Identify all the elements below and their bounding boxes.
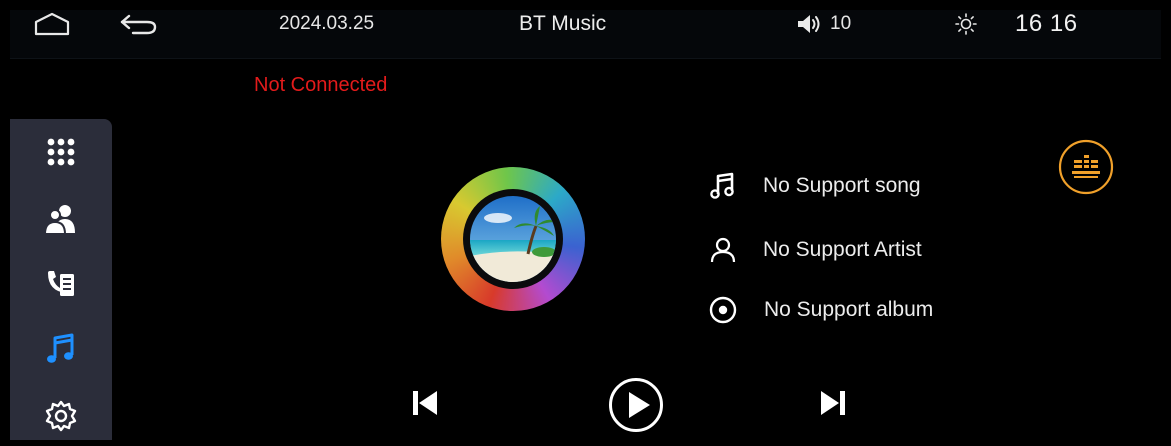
- home-button[interactable]: [32, 0, 72, 48]
- clock: 16 16: [1015, 0, 1078, 48]
- sidebar-item-contacts[interactable]: [10, 189, 112, 249]
- album-name: No Support album: [764, 298, 934, 321]
- sidebar-item-apps[interactable]: [10, 122, 112, 182]
- volume-indicator[interactable]: 10: [796, 0, 851, 48]
- apps-grid-icon: [47, 138, 75, 166]
- song-row: No Support song: [705, 166, 921, 206]
- song-note-icon: [710, 172, 734, 199]
- previous-icon: [413, 391, 437, 415]
- sidebar-item-settings[interactable]: [10, 386, 112, 446]
- call-log-icon: [48, 271, 74, 296]
- song-title: No Support song: [763, 174, 921, 197]
- date-display: 2024.03.25: [279, 0, 374, 48]
- date-text: 2024.03.25: [279, 13, 375, 34]
- brightness-button[interactable]: [955, 0, 977, 48]
- page-title: BT Music: [519, 0, 606, 48]
- volume-value: 10: [830, 13, 852, 34]
- connection-status: Not Connected: [254, 74, 388, 96]
- sidebar-item-call-log[interactable]: [10, 255, 112, 315]
- next-button[interactable]: [816, 386, 850, 420]
- home-icon: [34, 12, 70, 36]
- previous-button[interactable]: [408, 386, 442, 420]
- volume-icon: [798, 15, 820, 33]
- album-disc-icon: [709, 296, 737, 324]
- settings-gear-icon: [45, 400, 77, 432]
- contacts-icon: [44, 205, 75, 235]
- play-icon: [609, 378, 663, 432]
- music-note-icon: [47, 333, 74, 363]
- back-icon: [120, 14, 157, 35]
- sidebar: [10, 119, 112, 440]
- sidebar-item-music[interactable]: [10, 319, 112, 379]
- album-art-ring: [463, 189, 563, 289]
- equalizer-icon: [1058, 139, 1114, 195]
- equalizer-button[interactable]: [1058, 139, 1114, 195]
- album-row: No Support album: [705, 290, 933, 330]
- album-art-disc: [441, 167, 585, 311]
- app-frame: [10, 10, 1161, 440]
- artist-person-icon: [710, 237, 736, 263]
- brightness-icon: [955, 13, 977, 35]
- artist-row: No Support Artist: [705, 230, 922, 270]
- back-button[interactable]: [118, 0, 160, 48]
- play-button[interactable]: [608, 377, 664, 433]
- clock-text: 16 16: [1015, 10, 1078, 37]
- page-title-text: BT Music: [519, 12, 607, 35]
- album-art-image: [470, 196, 556, 282]
- artist-name: No Support Artist: [763, 238, 922, 261]
- next-icon: [821, 391, 845, 415]
